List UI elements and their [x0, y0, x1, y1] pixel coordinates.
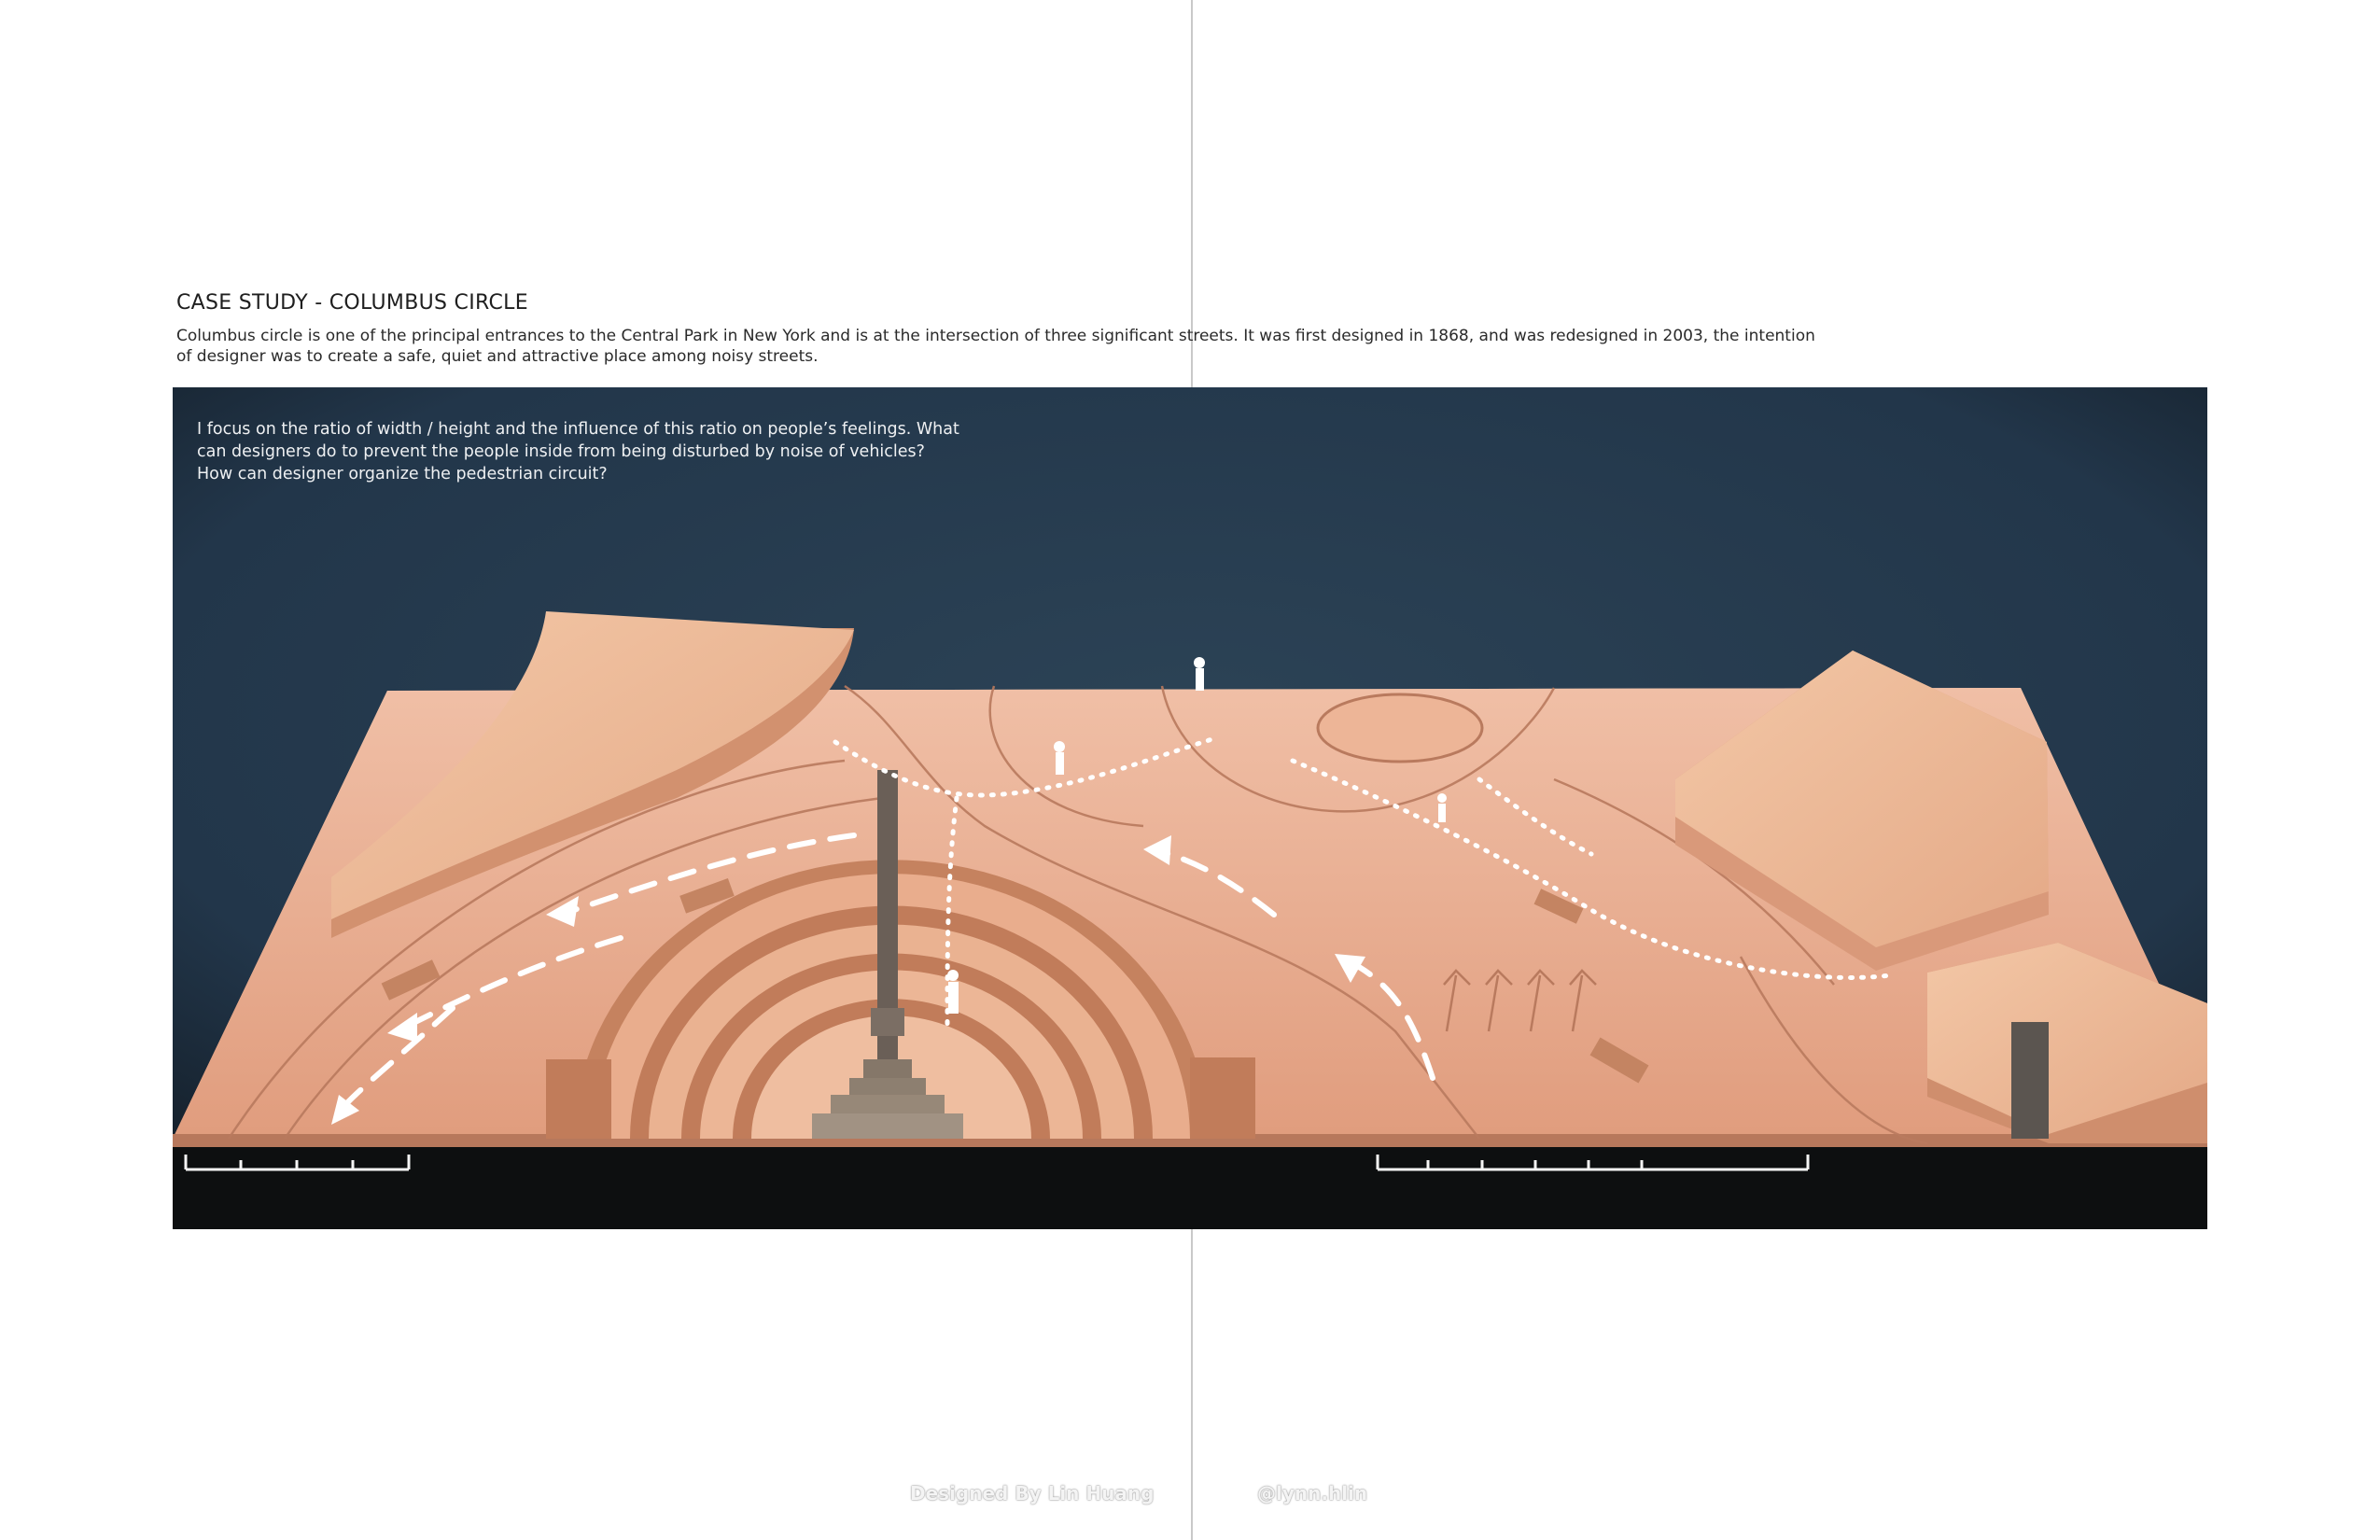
plaza-ellipse — [1316, 693, 1484, 763]
figure-note: I focus on the ratio of width / height a… — [197, 420, 959, 483]
intro-paragraph: Columbus circle is one of the principal … — [176, 327, 1815, 366]
footer-handle: @lynn.hlin — [1257, 1482, 1368, 1505]
model-photo — [173, 387, 2207, 1229]
page-title: CASE STUDY - COLUMBUS CIRCLE — [176, 291, 528, 315]
footer-credit: Designed By Lin Huang — [910, 1482, 1155, 1505]
